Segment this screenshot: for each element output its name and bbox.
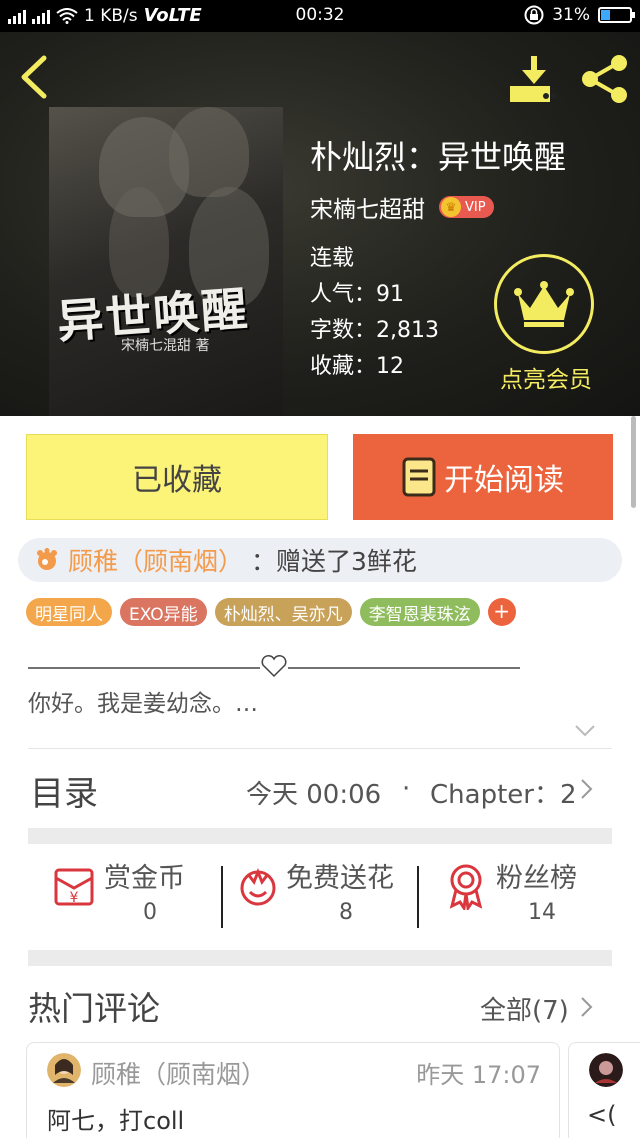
table-of-contents-row[interactable]: 目录 今天 00:06 · Chapter：2 — [0, 750, 640, 828]
word-count: 字数：2,813 — [310, 318, 439, 343]
red-envelope-icon: ¥ — [54, 868, 94, 906]
crown-icon: ♛ — [441, 197, 461, 217]
collected-label: 已收藏 — [132, 463, 222, 498]
chevron-down-icon[interactable] — [574, 724, 596, 738]
battery-percent: 31% — [552, 5, 590, 25]
start-reading-button[interactable]: 开始阅读 — [353, 434, 613, 520]
svg-text:¥: ¥ — [70, 890, 79, 906]
flower-icon — [240, 867, 276, 906]
flowers-value: 8 — [339, 900, 353, 925]
back-icon[interactable] — [14, 54, 54, 100]
fans-label: 粉丝榜 — [496, 863, 577, 894]
free-flowers-button[interactable]: 免费送花 8 — [234, 856, 414, 936]
toc-label: 目录 — [30, 774, 98, 814]
add-tag-button[interactable]: + — [487, 598, 516, 626]
reward-coins-button[interactable]: ¥ 赏金币 0 — [50, 856, 210, 936]
author-name[interactable]: 宋楠七超甜 — [310, 190, 425, 224]
battery-level — [601, 10, 610, 20]
favorites-count: 收藏：12 — [310, 354, 404, 379]
member-label: 点亮会员 — [500, 367, 592, 393]
status-bar: 1 KB/s VoLTE 00:32 31% — [0, 0, 640, 32]
tag-list: 明星同人 EXO异能 朴灿烈、吴亦凡 李智恩裴珠泫 + — [26, 598, 516, 626]
gift-announcement[interactable]: 顾稚（顾南烟） ：赠送了3鲜花 — [18, 538, 622, 582]
toc-latest-chapter: Chapter：2 — [430, 780, 577, 810]
share-icon[interactable] — [578, 52, 632, 106]
book-detail-content: 已收藏 开始阅读 顾稚（顾南烟） ：赠送了3鲜花 明星同人 EXO异能 朴灿烈、吴亦… — [0, 416, 640, 1138]
avatar[interactable] — [589, 1053, 623, 1087]
fan-ranking-button[interactable]: 粉丝榜 14 — [444, 856, 594, 936]
medal-icon — [449, 864, 483, 910]
comment-text: <( — [587, 1101, 617, 1129]
divider — [28, 748, 612, 749]
start-reading-label: 开始阅读 — [444, 463, 564, 498]
decorative-heart-divider — [28, 655, 520, 678]
stats-row: ¥ 赏金币 0 免费送花 8 粉丝榜 14 — [0, 844, 640, 950]
book-icon — [402, 457, 436, 497]
cover-figure — [169, 107, 249, 197]
lock-icon — [524, 5, 544, 25]
comment-card[interactable]: <( — [568, 1042, 640, 1138]
collected-button[interactable]: 已收藏 — [26, 434, 328, 520]
chevron-right-icon[interactable] — [580, 996, 594, 1018]
serial-status: 连载 — [310, 246, 355, 271]
scrollbar[interactable] — [631, 416, 636, 508]
cover-author: 宋楠七混甜 著 — [121, 338, 210, 354]
flower-icon — [37, 548, 57, 570]
reward-label: 赏金币 — [104, 863, 185, 894]
book-intro[interactable]: 你好。我是姜幼念。… — [28, 684, 258, 718]
avatar[interactable] — [47, 1053, 81, 1087]
all-comments-link[interactable]: 全部(7) — [480, 990, 569, 1027]
vip-badge: ♛ VIP — [439, 196, 494, 218]
chevron-right-icon — [581, 779, 593, 799]
toc-updated-time: 今天 00:06 — [246, 780, 382, 810]
reward-value: 0 — [143, 900, 157, 925]
tag-chip[interactable]: 明星同人 — [26, 598, 112, 626]
vip-member-button[interactable]: 点亮会员 — [488, 254, 604, 404]
tag-chip[interactable]: 李智恩裴珠泫 — [359, 598, 480, 626]
flowers-label: 免费送花 — [286, 863, 394, 894]
comment-time: 昨天 17:07 — [416, 1061, 541, 1089]
toc-separator: · — [402, 774, 411, 804]
book-title: 朴灿烈：异世唤醒 — [310, 138, 567, 176]
divider — [221, 866, 223, 928]
book-cover[interactable]: 异世唤醒 宋楠七混甜 著 — [49, 107, 283, 417]
comment-text: 阿七，打coll — [47, 1107, 185, 1135]
download-icon[interactable] — [506, 54, 562, 104]
popularity: 人气：91 — [310, 282, 404, 307]
book-header: 异世唤醒 宋楠七混甜 著 朴灿烈：异世唤醒 宋楠七超甜 ♛ VIP 连载 人气：… — [0, 32, 640, 417]
fans-value: 14 — [528, 900, 556, 925]
divider — [417, 866, 419, 928]
comment-username[interactable]: 顾稚（顾南烟） — [91, 1055, 266, 1091]
crown-icon — [514, 281, 574, 327]
gift-text: ：赠送了3鲜花 — [251, 547, 417, 576]
tag-chip[interactable]: 朴灿烈、吴亦凡 — [214, 598, 352, 626]
comment-card[interactable]: 顾稚（顾南烟） 昨天 17:07 阿七，打coll — [26, 1042, 560, 1138]
battery-icon — [598, 7, 635, 23]
section-separator — [28, 828, 612, 844]
section-separator — [28, 950, 612, 966]
author-row: 宋楠七超甜 ♛ VIP — [310, 190, 494, 224]
gift-giver[interactable]: 顾稚（顾南烟） — [68, 542, 243, 578]
hot-comments-title: 热门评论 — [28, 989, 160, 1028]
tag-chip[interactable]: EXO异能 — [120, 598, 207, 626]
vip-label: VIP — [465, 199, 486, 215]
